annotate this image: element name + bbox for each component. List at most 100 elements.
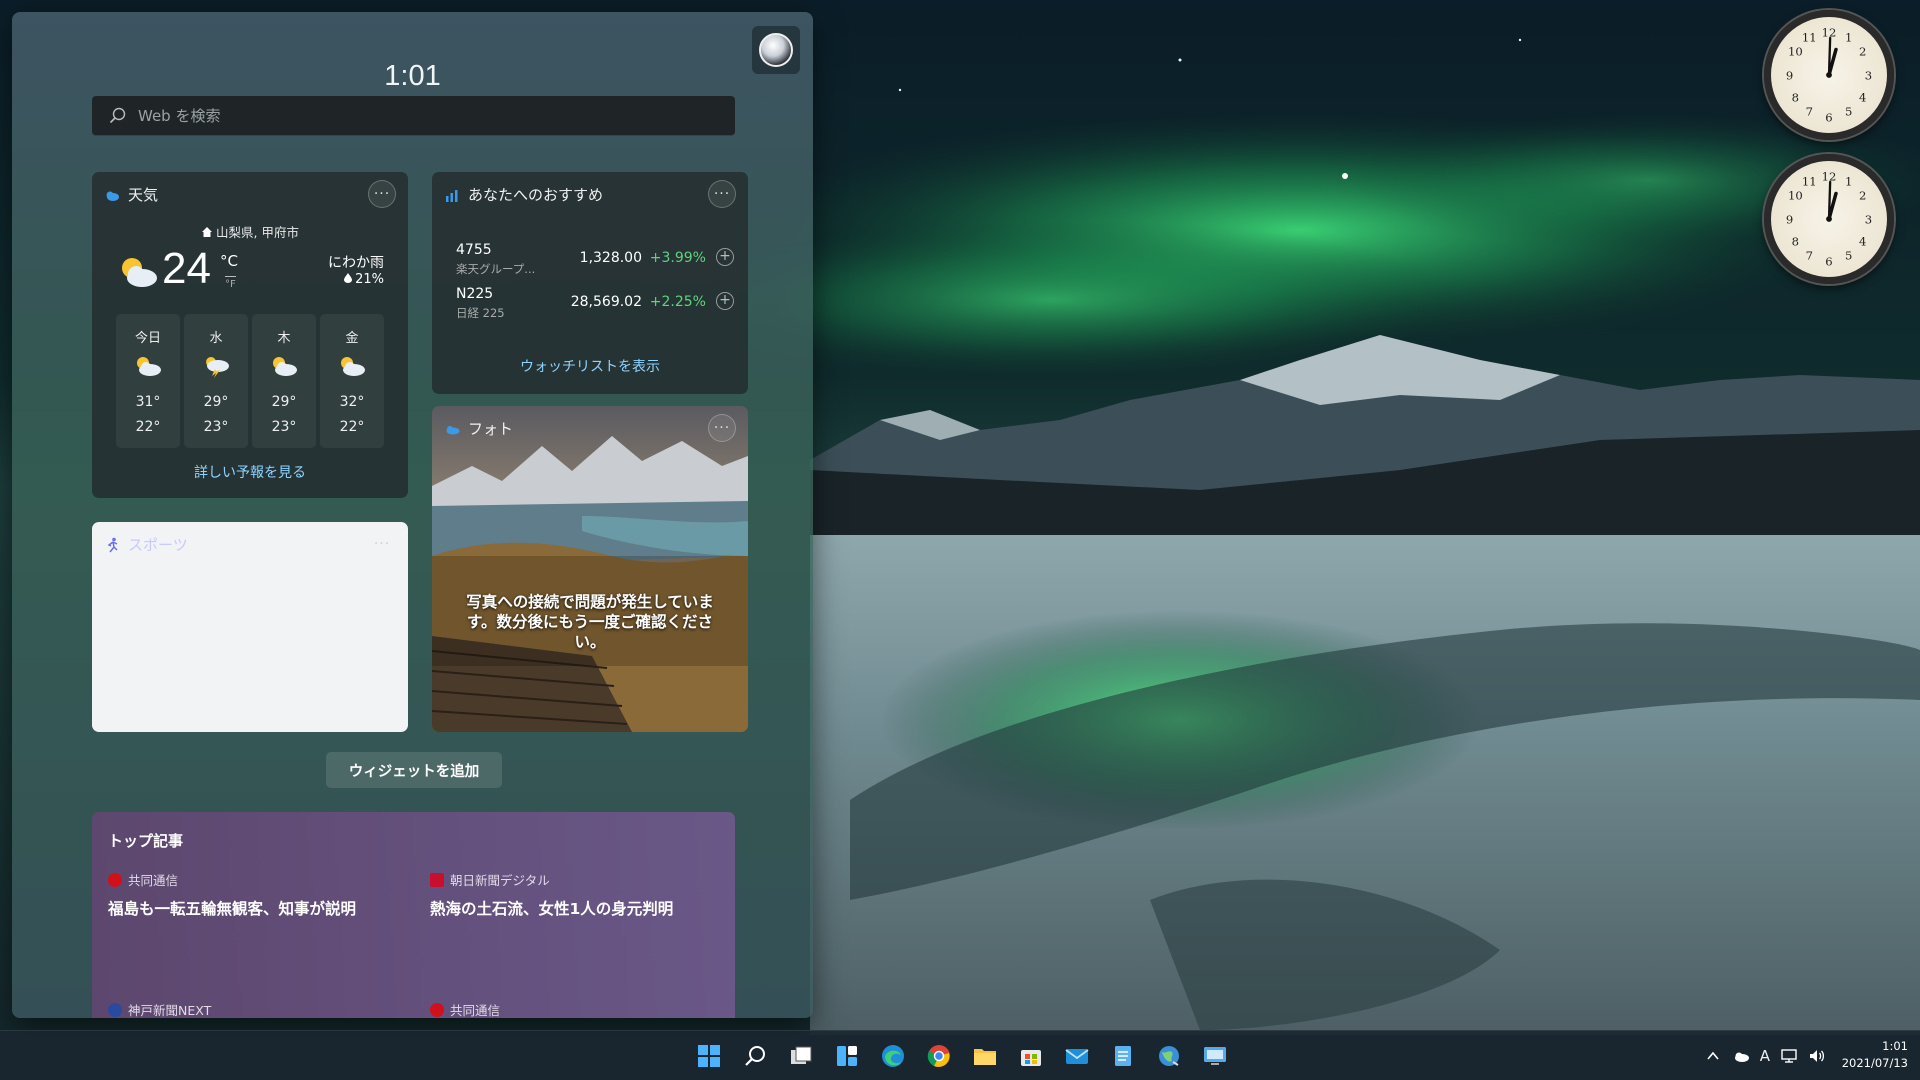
- stocks-title: あなたへのおすすめ: [468, 186, 604, 204]
- edge-button[interactable]: [874, 1038, 911, 1075]
- stock-row[interactable]: N225 日経 225 28,569.02 +2.25% +: [456, 286, 736, 326]
- notepad-button[interactable]: [1104, 1038, 1141, 1075]
- news-headline: 福島も一転五輪無観客、知事が説明: [108, 900, 357, 918]
- notepad-icon: [1114, 1046, 1131, 1066]
- search-icon: [744, 1046, 765, 1066]
- volume-icon[interactable]: [1808, 1047, 1826, 1065]
- file-explorer-button[interactable]: [966, 1038, 1003, 1075]
- news-source-name: 神戸新聞NEXT: [128, 1003, 212, 1018]
- news-source: 朝日新聞デジタル: [430, 870, 730, 889]
- store-button[interactable]: [1012, 1038, 1049, 1075]
- chrome-icon: [927, 1045, 950, 1067]
- desktop-clock-gadget[interactable]: 12 1 2 345 678 9 10 11: [1764, 154, 1894, 284]
- taskbar-clock[interactable]: 1:01 2021/07/13: [1842, 1038, 1908, 1072]
- forecast-day[interactable]: 金 32° 22°: [320, 314, 384, 448]
- avatar: [759, 33, 793, 67]
- weather-more-button[interactable]: ···: [368, 180, 396, 208]
- onedrive-icon[interactable]: [1732, 1047, 1750, 1065]
- profile-button[interactable]: [752, 26, 800, 74]
- chevron-up-icon[interactable]: [1704, 1047, 1722, 1065]
- svg-text:10: 10: [1788, 44, 1803, 58]
- widgets-icon: [836, 1046, 857, 1066]
- svg-text:1: 1: [1845, 30, 1852, 44]
- stock-change: +2.25%: [649, 294, 706, 310]
- forecast-day[interactable]: 今日 31° 22°: [116, 314, 180, 448]
- network-globe-icon: [1158, 1046, 1179, 1066]
- taskbar-search-button[interactable]: [736, 1038, 773, 1075]
- photos-header: フォト: [444, 418, 513, 439]
- more-icon: ···: [373, 186, 391, 202]
- unit-celsius-toggle[interactable]: °C: [220, 252, 238, 270]
- add-widgets-button[interactable]: ウィジェットを追加: [326, 752, 502, 788]
- news-source-name: 共同通信: [450, 1003, 501, 1018]
- add-stock-icon[interactable]: +: [716, 248, 734, 266]
- sports-more-button[interactable]: ···: [368, 530, 396, 558]
- desktop-clock-gadget[interactable]: 12 1 2 345 678 9 10 11: [1764, 10, 1894, 140]
- forecast-low: 22°: [135, 419, 161, 435]
- news-source: 神戸新聞NEXT: [108, 1000, 408, 1018]
- stock-price: 1,328.00: [579, 250, 642, 266]
- search-input[interactable]: [138, 106, 698, 125]
- stock-symbol: 4755: [456, 242, 492, 258]
- photo-background: [432, 406, 748, 732]
- chrome-button[interactable]: [920, 1038, 957, 1075]
- add-stock-icon[interactable]: +: [716, 292, 734, 310]
- system-tray: A: [1704, 1031, 1826, 1080]
- start-button[interactable]: [690, 1038, 727, 1075]
- asahi-logo-icon: [430, 872, 444, 887]
- partly-cloudy-icon: [341, 357, 365, 376]
- network-globe-button[interactable]: [1150, 1038, 1187, 1075]
- kobe-shimbun-logo-icon: [108, 1002, 122, 1017]
- stocks-more-button[interactable]: ···: [708, 180, 736, 208]
- stocks-widget[interactable]: あなたへのおすすめ ··· 4755 楽天グループ... 1,328.00 +3…: [432, 172, 748, 394]
- mail-button[interactable]: [1058, 1038, 1095, 1075]
- sports-title: スポーツ: [128, 536, 188, 554]
- taskbar-time: 1:01: [1882, 1039, 1908, 1053]
- task-view-button[interactable]: [782, 1038, 819, 1075]
- detailed-forecast-link[interactable]: 詳しい予報を見る: [92, 462, 408, 482]
- stock-name: 楽天グループ...: [456, 262, 536, 276]
- widgets-button[interactable]: [828, 1038, 865, 1075]
- svg-text:2: 2: [1859, 44, 1866, 58]
- forecast-day-label: 水: [209, 331, 223, 346]
- photos-error-message: 写真への接続で問題が発生しています。数分後にもう一度ご確認ください。: [466, 593, 714, 652]
- stock-row[interactable]: 4755 楽天グループ... 1,328.00 +3.99% +: [456, 242, 736, 282]
- thunderstorm-icon: [206, 357, 229, 378]
- svg-text:5: 5: [1845, 249, 1852, 263]
- watchlist-link[interactable]: ウォッチリストを表示: [432, 356, 748, 376]
- stock-name: 日経 225: [456, 306, 505, 320]
- weather-location[interactable]: 山梨県, 甲府市: [92, 222, 408, 241]
- network-icon[interactable]: [1780, 1047, 1798, 1065]
- edge-icon: [881, 1045, 904, 1067]
- forecast-day-label: 木: [277, 331, 291, 346]
- unit-fahrenheit-toggle[interactable]: °F: [225, 276, 236, 290]
- svg-text:3: 3: [1865, 213, 1872, 227]
- location-text: 山梨県, 甲府市: [216, 225, 299, 240]
- svg-text:6: 6: [1825, 110, 1832, 124]
- taskbar-apps: [690, 1031, 1233, 1080]
- top-stories-widget[interactable]: トップ記事 共同通信 福島も一転五輪無観客、知事が説明 朝日新聞デジタル 熱海の…: [92, 812, 735, 1018]
- news-headline: 熱海の土石流、女性1人の身元判明: [430, 900, 674, 918]
- news-story[interactable]: 共同通信 福島も一転五輪無観客、知事が説明: [108, 870, 408, 919]
- photos-more-button[interactable]: ···: [708, 414, 736, 442]
- web-search-box[interactable]: [92, 96, 735, 136]
- remote-desktop-button[interactable]: [1196, 1038, 1233, 1075]
- forecast-day[interactable]: 木 29° 23°: [252, 314, 316, 448]
- home-icon: [202, 227, 213, 237]
- weather-cloud-icon: [106, 191, 119, 201]
- weather-widget[interactable]: 天気 ··· 山梨県, 甲府市 24 °C °F にわか雨 21% 今日 31°…: [92, 172, 408, 498]
- svg-text:8: 8: [1792, 235, 1799, 249]
- photos-widget[interactable]: フォト ··· 写真への接続で問題が発生しています。数分後にもう一度ご確認くださ…: [432, 406, 748, 732]
- news-story[interactable]: 共同通信: [430, 1000, 730, 1018]
- current-temperature: 24: [162, 244, 211, 293]
- svg-text:9: 9: [1786, 69, 1793, 83]
- forecast-day[interactable]: 水 29° 23°: [184, 314, 248, 448]
- ime-indicator[interactable]: A: [1760, 1047, 1770, 1065]
- precipitation: 21%: [344, 272, 384, 287]
- news-story[interactable]: 朝日新聞デジタル 熱海の土石流、女性1人の身元判明: [430, 870, 730, 919]
- panel-time: 1:01: [384, 60, 441, 92]
- sports-widget[interactable]: スポーツ ···: [92, 522, 408, 732]
- forecast-list: 今日 31° 22° 水 29° 23° 木 29° 23° 金 32° 22°: [116, 314, 384, 448]
- precip-value: 21%: [355, 272, 384, 287]
- news-story[interactable]: 神戸新聞NEXT: [108, 1000, 408, 1018]
